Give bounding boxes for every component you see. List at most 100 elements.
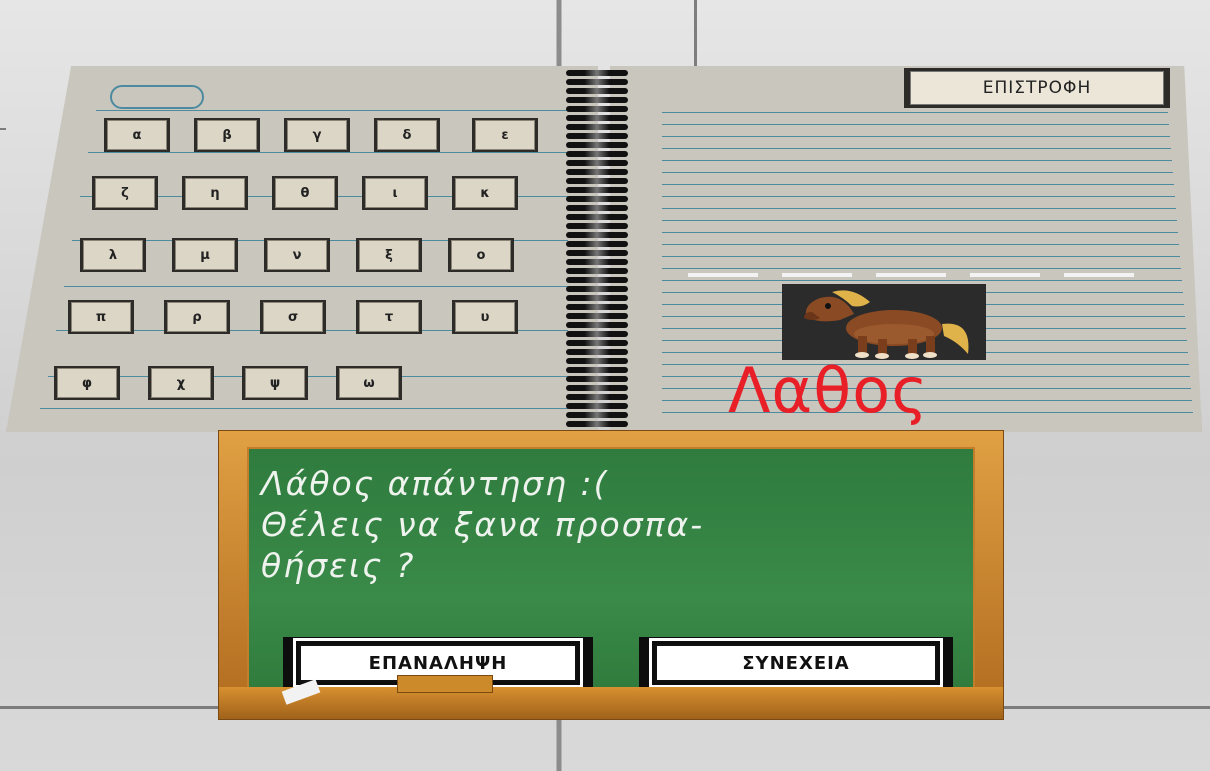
letter-key[interactable]: ε bbox=[472, 118, 538, 152]
letter-key-label: μ bbox=[175, 240, 235, 270]
letter-key-label: ψ bbox=[245, 368, 305, 398]
chalkboard-surface: Λάθος απάντηση :( Θέλεις να ξανα προσπα-… bbox=[247, 447, 975, 701]
spiral-coil bbox=[566, 151, 628, 157]
right-page-rule bbox=[662, 136, 1170, 137]
spiral-coil bbox=[566, 286, 628, 292]
letter-key-label: υ bbox=[455, 302, 515, 332]
letter-key[interactable]: ρ bbox=[164, 300, 230, 334]
spiral-coil bbox=[566, 106, 628, 112]
letter-key-label: ξ bbox=[359, 240, 419, 270]
return-button-label: ΕΠΙΣΤΡΟΦΗ bbox=[910, 71, 1164, 105]
letter-key-label: σ bbox=[263, 302, 323, 332]
left-page-rule bbox=[96, 110, 568, 111]
spiral-coil bbox=[566, 196, 628, 202]
letter-key[interactable]: η bbox=[182, 176, 248, 210]
letter-key[interactable]: ω bbox=[336, 366, 402, 400]
spiral-coil bbox=[566, 349, 628, 355]
letter-key[interactable]: ζ bbox=[92, 176, 158, 210]
letter-blank bbox=[970, 273, 1040, 277]
right-page-rule bbox=[662, 124, 1169, 125]
return-button[interactable]: ΕΠΙΣΤΡΟΦΗ bbox=[904, 68, 1170, 108]
floor-grout bbox=[694, 0, 697, 66]
spiral-coil bbox=[566, 304, 628, 310]
letter-key-label: ρ bbox=[167, 302, 227, 332]
left-page-rule bbox=[88, 152, 568, 153]
letter-key[interactable]: ο bbox=[448, 238, 514, 272]
spiral-coil bbox=[566, 70, 628, 76]
chalk-ledge bbox=[219, 687, 1003, 719]
letter-key-label: ι bbox=[365, 178, 425, 208]
right-page-rule bbox=[662, 232, 1178, 233]
spiral-coil bbox=[566, 178, 628, 184]
spiral-coil bbox=[566, 358, 628, 364]
letter-key[interactable]: χ bbox=[148, 366, 214, 400]
left-page-rule bbox=[64, 286, 568, 287]
pony-picture bbox=[782, 284, 986, 360]
spiral-coil bbox=[566, 268, 628, 274]
letter-key-label: τ bbox=[359, 302, 419, 332]
letter-key[interactable]: α bbox=[104, 118, 170, 152]
letter-key[interactable]: ι bbox=[362, 176, 428, 210]
spiral-coil bbox=[566, 79, 628, 85]
letter-key[interactable]: μ bbox=[172, 238, 238, 272]
letter-key-label: ζ bbox=[95, 178, 155, 208]
spiral-binding bbox=[562, 68, 632, 430]
spiral-coil bbox=[566, 250, 628, 256]
letter-blank bbox=[1064, 273, 1134, 277]
continue-button[interactable]: ΣΥΝΕΧΕΙΑ bbox=[639, 637, 953, 689]
letter-key-label: η bbox=[185, 178, 245, 208]
letter-key-label: λ bbox=[83, 240, 143, 270]
spiral-coil bbox=[566, 205, 628, 211]
left-page-rule bbox=[40, 408, 568, 409]
letter-key-label: ε bbox=[475, 120, 535, 150]
spiral-coil bbox=[566, 160, 628, 166]
right-page-rule bbox=[662, 280, 1182, 281]
spiral-coil bbox=[566, 313, 628, 319]
right-page-rule bbox=[662, 112, 1168, 113]
chalkboard-dialog: Λάθος απάντηση :( Θέλεις να ξανα προσπα-… bbox=[218, 430, 1004, 720]
letter-key-label: δ bbox=[377, 120, 437, 150]
letter-key[interactable]: π bbox=[68, 300, 134, 334]
letter-key[interactable]: ξ bbox=[356, 238, 422, 272]
spiral-coil bbox=[566, 241, 628, 247]
letter-key-label: φ bbox=[57, 368, 117, 398]
letter-key[interactable]: λ bbox=[80, 238, 146, 272]
spiral-coil bbox=[566, 133, 628, 139]
letter-key[interactable]: φ bbox=[54, 366, 120, 400]
spiral-coil bbox=[566, 259, 628, 265]
letter-key-label: κ bbox=[455, 178, 515, 208]
spiral-coil bbox=[566, 277, 628, 283]
spiral-coil bbox=[566, 376, 628, 382]
right-page-rule bbox=[662, 268, 1181, 269]
letter-key-label: χ bbox=[151, 368, 211, 398]
spiral-coil bbox=[566, 412, 628, 418]
spiral-coil bbox=[566, 97, 628, 103]
spiral-coil bbox=[566, 169, 628, 175]
left-page-rule bbox=[48, 376, 568, 377]
spiral-coil bbox=[566, 403, 628, 409]
spiral-coil bbox=[566, 295, 628, 301]
pony-icon bbox=[804, 290, 969, 359]
letter-key[interactable]: ψ bbox=[242, 366, 308, 400]
letter-blank bbox=[782, 273, 852, 277]
letter-key[interactable]: γ bbox=[284, 118, 350, 152]
spiral-coil bbox=[566, 223, 628, 229]
right-page-rule bbox=[662, 256, 1180, 257]
spiral-coil bbox=[566, 232, 628, 238]
spiral-coil bbox=[566, 142, 628, 148]
dialog-line-3: θήσεις ? bbox=[261, 546, 416, 585]
letter-key-label: ω bbox=[339, 368, 399, 398]
right-page-rule bbox=[662, 208, 1176, 209]
letter-key[interactable]: ν bbox=[264, 238, 330, 272]
letter-key[interactable]: δ bbox=[374, 118, 440, 152]
letter-key[interactable]: κ bbox=[452, 176, 518, 210]
letter-key[interactable]: θ bbox=[272, 176, 338, 210]
page-oval-mark bbox=[110, 85, 204, 109]
letter-blank bbox=[688, 273, 758, 277]
letter-key[interactable]: τ bbox=[356, 300, 422, 334]
letter-key[interactable]: σ bbox=[260, 300, 326, 334]
letter-key[interactable]: υ bbox=[452, 300, 518, 334]
letter-key[interactable]: β bbox=[194, 118, 260, 152]
letter-key-label: ν bbox=[267, 240, 327, 270]
continue-button-label: ΣΥΝΕΧΕΙΑ bbox=[649, 638, 943, 688]
